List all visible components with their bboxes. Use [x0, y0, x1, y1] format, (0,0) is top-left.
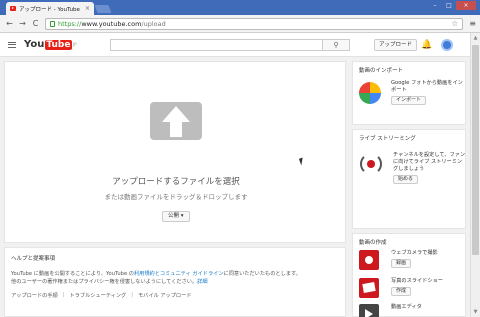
minimize-button[interactable]: – — [428, 1, 442, 10]
live-broadcast-icon — [359, 152, 383, 176]
upload-arrow-icon[interactable] — [150, 102, 202, 140]
address-bar[interactable]: https:// www.youtube.com /upload ☆ — [45, 17, 464, 30]
logo-you: You — [24, 39, 45, 50]
mobile-upload-link[interactable]: モバイル アップロード — [138, 292, 192, 299]
url-scheme: https:// — [58, 19, 82, 28]
live-description: チャンネルを設定して、ファンに向けてライブ ストリーミングしましょう — [393, 152, 466, 172]
import-title: 動画のインポート — [359, 68, 404, 74]
page-content: You Tube JP ⚲ アップロード 🔔 アップロードするファイルを選択 ま… — [0, 33, 480, 317]
upload-title[interactable]: アップロードするファイルを選択 — [5, 175, 347, 187]
reload-icon[interactable]: C — [30, 18, 41, 29]
record-button[interactable]: 録画 — [391, 259, 412, 268]
slideshow-label: 写真のスライドショー — [391, 278, 443, 284]
create-button[interactable]: 作成 — [391, 287, 412, 296]
back-icon[interactable]: ← — [4, 18, 15, 29]
link-separator: | — [62, 292, 65, 298]
tab-title: アップロード - YouTube — [19, 6, 80, 13]
live-streaming-panel: ライブ ストリーミング チャンネルを設定して、ファンに向けてライブ ストリーミン… — [352, 129, 466, 229]
tab-strip: アップロード - YouTube × – □ × — [0, 0, 480, 15]
forward-icon[interactable]: → — [17, 18, 28, 29]
link-separator: | — [131, 292, 133, 298]
terms-link[interactable]: 利用規約とコミュニティ ガイドライン — [134, 271, 224, 277]
create-title: 動画の作成 — [359, 240, 387, 246]
logo-tube: Tube — [44, 39, 72, 50]
search-icon[interactable]: ⚲ — [322, 39, 350, 51]
browser-toolbar: ← → C https:// www.youtube.com /upload ☆… — [0, 15, 480, 33]
chrome-menu-icon[interactable]: ≡ — [469, 19, 476, 28]
help-title: ヘルプと提案事項 — [11, 256, 56, 262]
help-text-2: に同意いただいたものとします。 — [223, 271, 301, 277]
import-panel: 動画のインポート Google フォトから動画をインポート インポート — [352, 61, 466, 125]
guide-menu-icon[interactable] — [8, 41, 16, 48]
scroll-down-icon[interactable]: ▼ — [472, 309, 479, 315]
import-row: Google フォトから動画をインポート インポート — [359, 80, 465, 105]
privacy-dropdown[interactable]: 公開 ▾ — [162, 211, 190, 222]
editor-label: 動画エディタ — [391, 304, 422, 310]
tab-close-icon[interactable]: × — [85, 5, 90, 12]
window-controls: – □ × — [428, 1, 476, 10]
help-panel: ヘルプと提案事項 YouTube に動画を公開することにより、YouTube の… — [4, 247, 346, 317]
upload-drop-zone[interactable]: アップロードするファイルを選択 または動画ファイルをドラッグ＆ドロップします 公… — [4, 61, 346, 243]
webcam-icon — [359, 250, 379, 270]
avatar[interactable] — [441, 39, 453, 51]
help-links: アップロードの手順 | トラブルシューティング | モバイル アップロード — [11, 292, 339, 299]
troubleshooting-link[interactable]: トラブルシューティング — [69, 292, 126, 299]
browser-tab[interactable]: アップロード - YouTube × — [6, 2, 94, 15]
live-row: チャンネルを設定して、ファンに向けてライブ ストリーミングしましょう 始める — [359, 152, 467, 184]
slideshow-row: 写真のスライドショー 作成 — [359, 278, 465, 298]
live-title: ライブ ストリーミング — [359, 136, 416, 142]
youtube-favicon-icon — [10, 6, 16, 11]
notification-bell-icon[interactable]: 🔔 — [421, 40, 432, 50]
import-button[interactable]: インポート — [391, 96, 427, 105]
search-input[interactable] — [110, 39, 322, 51]
get-started-button[interactable]: 始める — [393, 175, 419, 184]
help-text-1: YouTube に動画を公開することにより、YouTube の — [11, 271, 134, 277]
editor-row: 動画エディタ — [359, 304, 465, 317]
maximize-button[interactable]: □ — [442, 1, 456, 10]
url-host: www.youtube.com — [81, 19, 142, 28]
learn-more-link[interactable]: 詳細 — [197, 279, 207, 285]
help-text-3: 他のユーザーの著作権またはプライバシー権を侵害しないようにしてください。 — [11, 279, 198, 285]
scroll-up-icon[interactable]: ▲ — [472, 35, 479, 41]
close-window-button[interactable]: × — [456, 1, 476, 10]
google-photos-icon — [359, 82, 381, 104]
help-text: YouTube に動画を公開することにより、YouTube の利用規約とコミュニ… — [11, 270, 339, 286]
scroll-thumb[interactable] — [472, 45, 479, 255]
lock-icon — [50, 20, 55, 27]
search-bar: ⚲ — [110, 39, 350, 51]
new-tab-button[interactable] — [94, 5, 112, 13]
page-scrollbar[interactable]: ▲ ▼ — [470, 33, 480, 317]
create-videos-panel: 動画の作成 ウェブカメラで撮影 録画 写真のスライドショー 作成 動画エディタ — [352, 233, 466, 317]
bookmark-star-icon[interactable]: ☆ — [451, 19, 458, 28]
webcam-row: ウェブカメラで撮影 録画 — [359, 250, 465, 270]
import-description: Google フォトから動画をインポート — [391, 80, 463, 93]
logo-region: JP — [72, 42, 77, 47]
upload-subtitle: または動画ファイルをドラッグ＆ドロップします — [104, 193, 248, 201]
youtube-logo[interactable]: You Tube JP — [24, 39, 77, 50]
video-editor-icon — [359, 304, 379, 317]
webcam-label: ウェブカメラで撮影 — [391, 250, 438, 256]
url-path: /upload — [141, 19, 166, 28]
upload-instructions-link[interactable]: アップロードの手順 — [11, 292, 58, 299]
slideshow-icon — [359, 278, 379, 298]
upload-button[interactable]: アップロード — [374, 39, 418, 51]
